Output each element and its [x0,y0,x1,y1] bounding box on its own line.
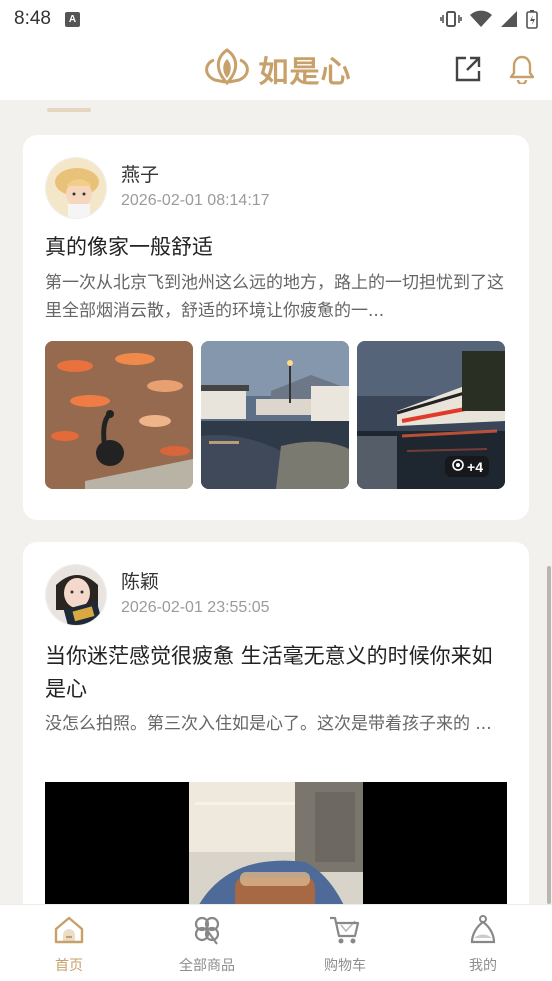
share-icon[interactable] [454,55,482,87]
post-video[interactable] [45,782,507,904]
post-card[interactable]: 燕子 2026-02-01 08:14:17 真的像家一般舒适 第一次从北京飞到… [23,135,529,520]
post-title[interactable]: 当你迷茫感觉很疲惫 生活毫无意义的时候你来如是心 [45,640,507,706]
post-time: 2026-02-01 23:55:05 [121,599,270,616]
bottom-navigation: 首页 全部商品 购物车 我的 [0,904,552,981]
image-count-icon [451,458,465,475]
post-excerpt[interactable]: 没怎么拍照。第三次入住如是心了。这次是带着孩子来的 ... [45,710,507,738]
nav-item-home[interactable]: 首页 [0,905,138,981]
feed-scrollbar[interactable] [547,566,551,904]
app-header: 如是心 [0,38,552,100]
cart-icon [328,913,362,951]
post-image-koi-pond[interactable] [45,341,193,489]
nav-item-cart[interactable]: 购物车 [276,905,414,981]
more-images-count: +4 [467,458,483,475]
more-images-badge[interactable]: +4 [445,456,489,477]
nav-label: 购物车 [324,958,366,974]
app-notification-icon: A [64,11,80,27]
home-icon [52,913,86,951]
wifi-icon [470,10,492,28]
battery-charging-icon [526,9,538,29]
status-time: 8:48 [14,8,51,29]
author-name[interactable]: 陈颖 [121,569,270,595]
nav-label: 全部商品 [179,958,235,974]
post-title[interactable]: 真的像家一般舒适 [45,231,507,264]
post-image-night-lanterns[interactable]: +4 [357,341,505,489]
avatar[interactable] [45,564,107,626]
brand-logo: 如是心 [201,47,352,91]
post-feed[interactable]: 燕子 2026-02-01 08:14:17 真的像家一般舒适 第一次从北京飞到… [0,100,552,904]
nav-label: 我的 [469,958,497,974]
post-image-grid: +4 [45,341,505,489]
status-bar: 8:48 A [0,0,552,38]
lotus-logo-icon [201,47,253,91]
post-excerpt[interactable]: 第一次从北京飞到池州这么远的地方，路上的一切担忧到了这里全部烟消云散，舒适的环境… [45,269,507,325]
profile-icon [466,913,500,951]
decorative-divider [47,108,91,112]
author-name[interactable]: 燕子 [121,162,270,188]
signal-icon [500,10,518,28]
post-time: 2026-02-01 08:14:17 [121,192,270,209]
brand-name: 如是心 [258,55,352,90]
author-row: 燕子 2026-02-01 08:14:17 [45,157,270,219]
post-image-village-river[interactable] [201,341,349,489]
post-card[interactable]: 陈颖 2026-02-01 23:55:05 当你迷茫感觉很疲惫 生活毫无意义的… [23,542,529,904]
nav-item-all-products[interactable]: 全部商品 [138,905,276,981]
avatar[interactable] [45,157,107,219]
nav-label: 首页 [55,958,83,974]
vibrate-icon [440,10,462,28]
clover-icon [190,913,224,951]
author-row: 陈颖 2026-02-01 23:55:05 [45,564,270,626]
nav-item-profile[interactable]: 我的 [414,905,552,981]
bell-icon[interactable] [508,54,536,88]
